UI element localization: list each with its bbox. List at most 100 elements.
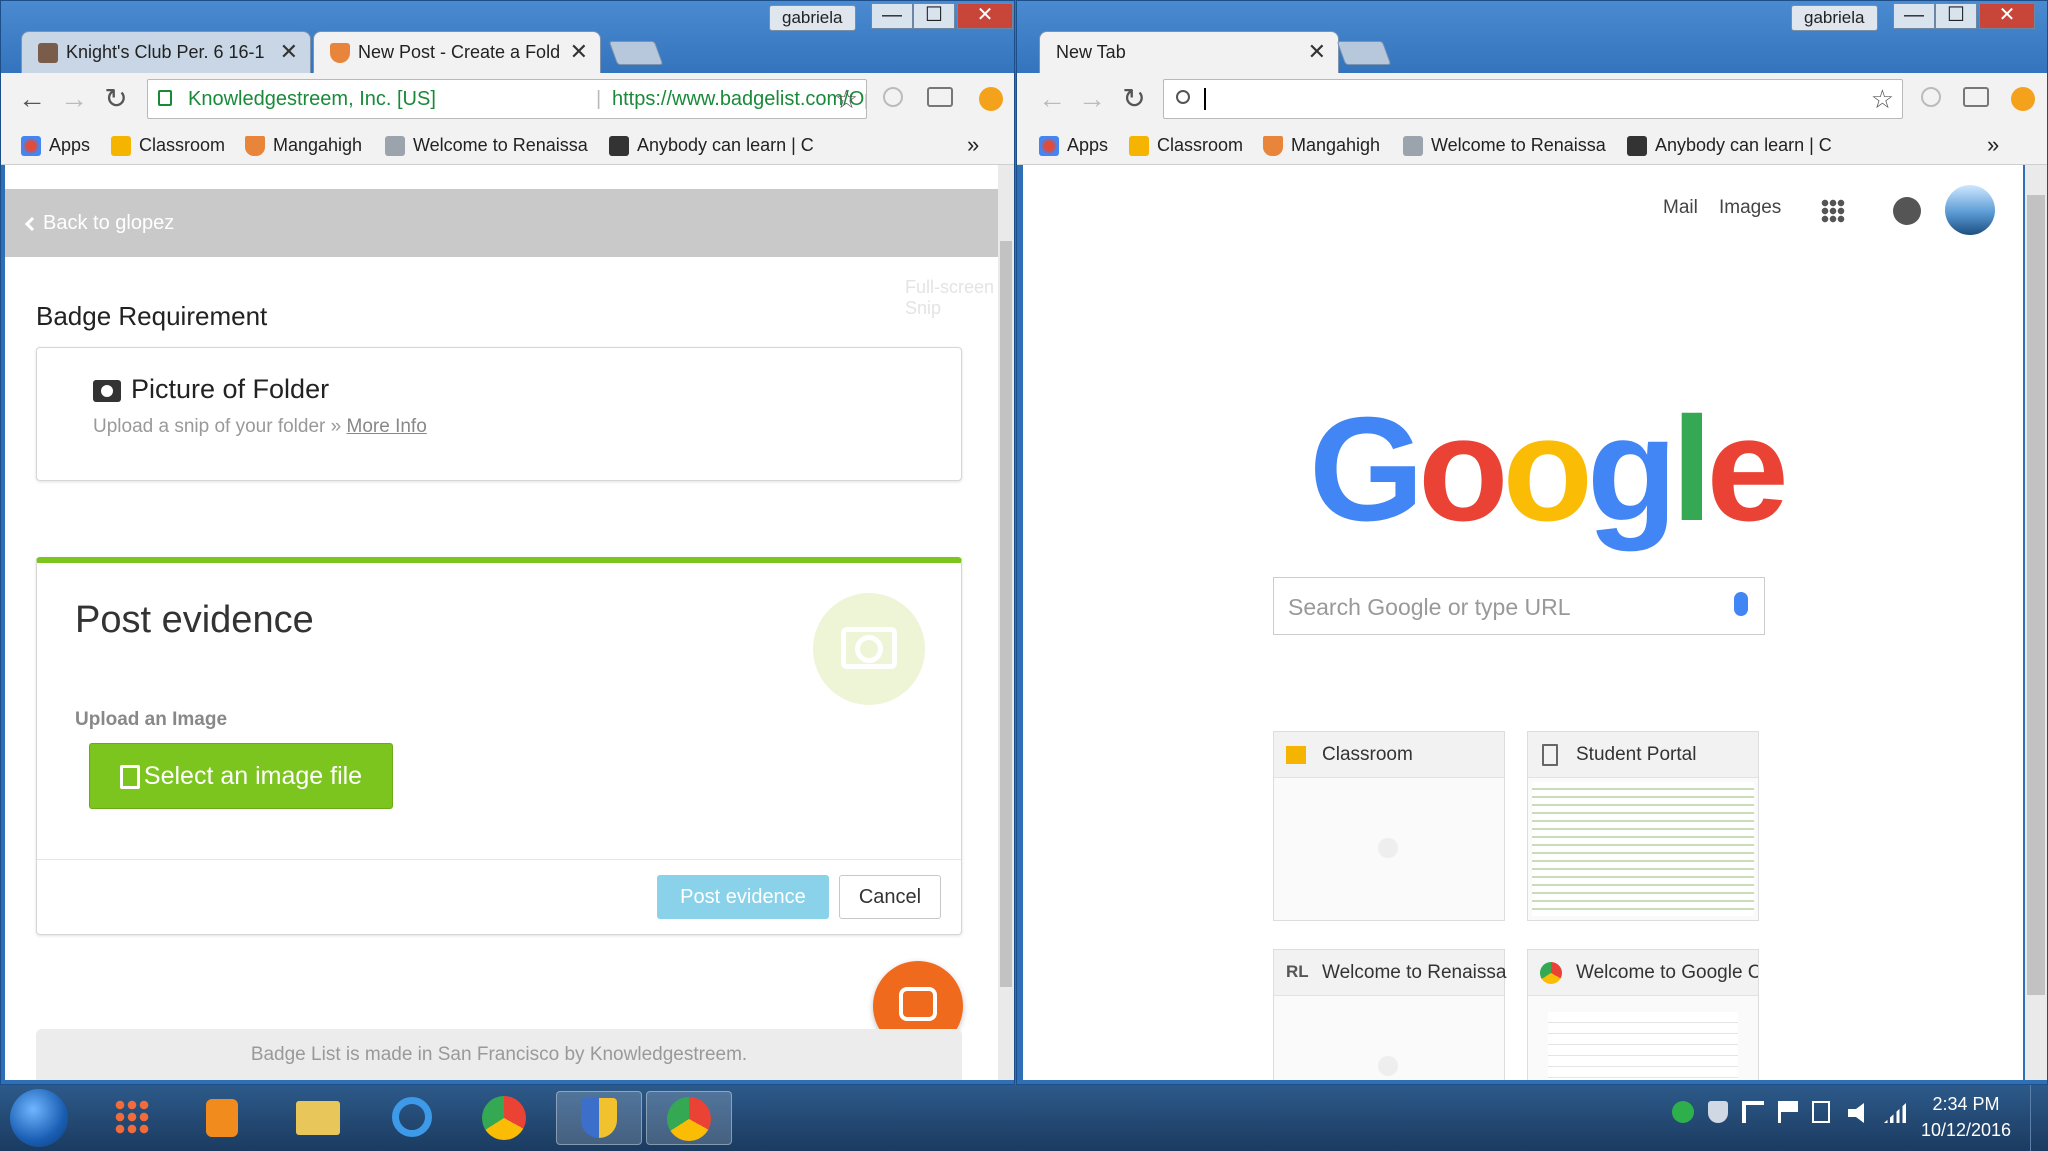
tab-new-tab[interactable]: New Tab ✕ xyxy=(1039,31,1339,73)
reload-button[interactable]: ↻ xyxy=(101,85,131,115)
cancel-button[interactable]: Cancel xyxy=(839,875,941,919)
left-bookmarks-bar: Apps Classroom Mangahigh Welcome to Rena… xyxy=(1,125,1014,165)
address-url: https://www.badgelist.com/Operating- xyxy=(612,88,866,110)
tab-new-post[interactable]: New Post - Create a Fold ✕ xyxy=(313,31,601,73)
tray-device-icon[interactable] xyxy=(1812,1101,1830,1123)
select-image-button[interactable]: Select an image file xyxy=(89,743,393,809)
chrome-active-taskbar-icon[interactable] xyxy=(646,1091,732,1145)
forward-button[interactable]: → xyxy=(1077,85,1107,115)
most-visited-tile[interactable]: Classroom xyxy=(1273,731,1505,921)
new-tab-button[interactable] xyxy=(1336,41,1392,65)
right-scrollbar-thumb[interactable] xyxy=(2027,195,2045,995)
images-link[interactable]: Images xyxy=(1719,197,1781,219)
tray-f-icon[interactable] xyxy=(1742,1101,1764,1123)
left-profile-badge[interactable]: gabriela xyxy=(769,5,856,31)
left-scrollbar[interactable] xyxy=(998,165,1014,1080)
post-evidence-button[interactable]: Post evidence xyxy=(657,875,829,919)
extension-orange-icon[interactable] xyxy=(979,87,1003,111)
document-icon xyxy=(1542,744,1558,766)
bookmark-mangahigh[interactable]: Mangahigh xyxy=(245,133,362,157)
tab-knights-club[interactable]: Knight's Club Per. 6 16-1 ✕ xyxy=(21,31,311,73)
close-tab-icon[interactable]: ✕ xyxy=(570,32,588,72)
tray-green-icon[interactable] xyxy=(1672,1101,1694,1123)
bookmark-anybody-can-learn[interactable]: Anybody can learn | C xyxy=(1627,133,1832,157)
left-minimize-button[interactable]: — xyxy=(871,3,913,29)
renaissance-icon xyxy=(385,136,405,157)
classroom-icon xyxy=(1129,136,1149,157)
right-maximize-button[interactable]: ☐ xyxy=(1935,3,1977,29)
new-tab-button[interactable] xyxy=(608,41,664,65)
bookmark-star-icon[interactable]: ☆ xyxy=(1871,80,1894,118)
bookmarks-overflow-button[interactable]: » xyxy=(1987,133,1999,157)
left-close-button[interactable]: ✕ xyxy=(957,3,1013,29)
tray-shield-icon[interactable] xyxy=(1708,1101,1728,1123)
media-player-icon[interactable] xyxy=(186,1091,258,1145)
post-evidence-title: Post evidence xyxy=(75,599,314,641)
most-visited-tile[interactable]: Student Portal xyxy=(1527,731,1759,921)
help-extension-icon[interactable] xyxy=(1921,87,1941,107)
bookmark-apps[interactable]: Apps xyxy=(1039,133,1108,157)
right-minimize-button[interactable]: — xyxy=(1893,3,1935,29)
more-info-link[interactable]: More Info xyxy=(347,416,427,437)
clock[interactable]: 2:34 PM 10/12/2016 xyxy=(1916,1091,2016,1143)
avatar[interactable] xyxy=(1945,185,1995,235)
bookmark-renaissance[interactable]: Welcome to Renaissa xyxy=(1403,133,1606,157)
tile-title: Classroom xyxy=(1322,744,1413,765)
search-box[interactable]: Search Google or type URL xyxy=(1273,577,1765,635)
right-titlebar: gabriela — ☐ ✕ New Tab ✕ xyxy=(1017,1,2047,73)
cast-icon[interactable] xyxy=(1963,87,1989,107)
bookmarks-overflow-button[interactable]: » xyxy=(967,133,979,157)
most-visited-tile[interactable]: Welcome to Google C xyxy=(1527,949,1759,1080)
internet-explorer-icon[interactable] xyxy=(376,1091,448,1145)
cast-icon[interactable] xyxy=(927,87,953,107)
apps-grid-icon[interactable] xyxy=(1821,199,1845,223)
forward-button[interactable]: → xyxy=(59,85,89,115)
help-extension-icon[interactable] xyxy=(883,87,903,107)
left-maximize-button[interactable]: ☐ xyxy=(913,3,955,29)
security-shield-taskbar-icon[interactable] xyxy=(556,1091,642,1145)
bookmark-star-icon[interactable]: ☆ xyxy=(835,80,858,118)
volume-icon[interactable] xyxy=(1848,1103,1864,1123)
extension-orange-icon[interactable] xyxy=(2011,87,2035,111)
show-desktop-button[interactable] xyxy=(2030,1085,2048,1151)
network-signal-icon[interactable] xyxy=(1884,1103,1906,1123)
right-scrollbar[interactable] xyxy=(2025,165,2047,1080)
reload-button[interactable]: ↻ xyxy=(1119,85,1149,115)
bookmark-renaissance[interactable]: Welcome to Renaissa xyxy=(385,133,588,157)
code-org-icon xyxy=(609,136,629,157)
post-evidence-card: Post evidence Upload an Image Select an … xyxy=(36,557,962,935)
page-footer: Badge List is made in San Francisco by K… xyxy=(36,1029,962,1080)
back-button[interactable]: ← xyxy=(17,85,47,115)
bookmark-classroom[interactable]: Classroom xyxy=(111,133,225,157)
notifications-icon[interactable] xyxy=(1893,197,1921,225)
bookmark-classroom[interactable]: Classroom xyxy=(1129,133,1243,157)
most-visited-tile[interactable]: RL Welcome to Renaissa xyxy=(1273,949,1506,1080)
left-scrollbar-thumb[interactable] xyxy=(1000,241,1012,987)
bookmark-anybody-can-learn[interactable]: Anybody can learn | C xyxy=(609,133,814,157)
chat-icon xyxy=(899,987,937,1021)
classroom-icon xyxy=(111,136,131,157)
search-input[interactable]: Search Google or type URL xyxy=(1288,594,1571,621)
mail-link[interactable]: Mail xyxy=(1663,197,1698,219)
back-to-glopez-link[interactable]: Back to glopez xyxy=(5,189,998,257)
address-bar[interactable]: Knowledgestreem, Inc. [US] | https://www… xyxy=(147,79,867,119)
start-button[interactable] xyxy=(10,1089,68,1147)
action-center-flag-icon[interactable] xyxy=(1778,1101,1798,1123)
tile-thumbnail xyxy=(1532,782,1754,916)
address-bar[interactable]: ☆ xyxy=(1163,79,1903,119)
microphone-icon[interactable] xyxy=(1734,592,1748,616)
right-close-button[interactable]: ✕ xyxy=(1979,3,2035,29)
classroom-icon xyxy=(1286,746,1306,764)
back-button[interactable]: ← xyxy=(1037,85,1067,115)
lock-icon xyxy=(158,90,172,106)
file-explorer-icon[interactable] xyxy=(282,1091,354,1145)
chevron-left-icon xyxy=(24,216,40,232)
classroom-favicon-icon xyxy=(38,43,58,64)
close-tab-icon[interactable]: ✕ xyxy=(280,32,298,72)
chrome-taskbar-icon[interactable] xyxy=(468,1091,540,1145)
bookmark-mangahigh[interactable]: Mangahigh xyxy=(1263,133,1380,157)
app-grid-taskbar-icon[interactable] xyxy=(96,1091,168,1145)
right-profile-badge[interactable]: gabriela xyxy=(1791,5,1878,31)
close-tab-icon[interactable]: ✕ xyxy=(1308,32,1326,72)
bookmark-apps[interactable]: Apps xyxy=(21,133,90,157)
